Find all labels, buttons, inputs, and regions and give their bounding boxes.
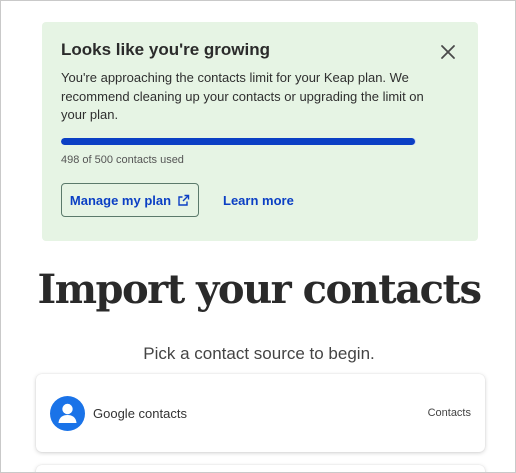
page-subtitle: Pick a contact source to begin.: [143, 344, 375, 363]
banner-title: Looks like you're growing: [61, 40, 271, 59]
external-link-icon: [177, 194, 190, 207]
person-icon: [50, 396, 85, 431]
source-name: Google contacts: [93, 406, 187, 421]
import-contacts-page: Looks like you're growing You're approac…: [0, 0, 516, 473]
learn-more-link[interactable]: Learn more: [223, 193, 294, 208]
contacts-usage-progress: [61, 138, 416, 145]
contacts-usage-label: 498 of 500 contacts used: [61, 154, 184, 166]
manage-plan-label: Manage my plan: [69, 192, 172, 208]
source-card-google-contacts[interactable]: Google contacts Contacts: [36, 374, 485, 452]
page-title: Import your contacts: [37, 266, 482, 313]
banner-message: You're approaching the contacts limit fo…: [61, 70, 424, 122]
close-icon[interactable]: [437, 41, 459, 63]
contacts-limit-banner: Looks like you're growing You're approac…: [42, 22, 478, 241]
source-card-next[interactable]: [36, 465, 485, 472]
source-tag: Contacts: [427, 407, 471, 419]
contacts-usage-progress-fill: [61, 138, 415, 145]
manage-plan-button[interactable]: Manage my plan: [61, 183, 199, 217]
